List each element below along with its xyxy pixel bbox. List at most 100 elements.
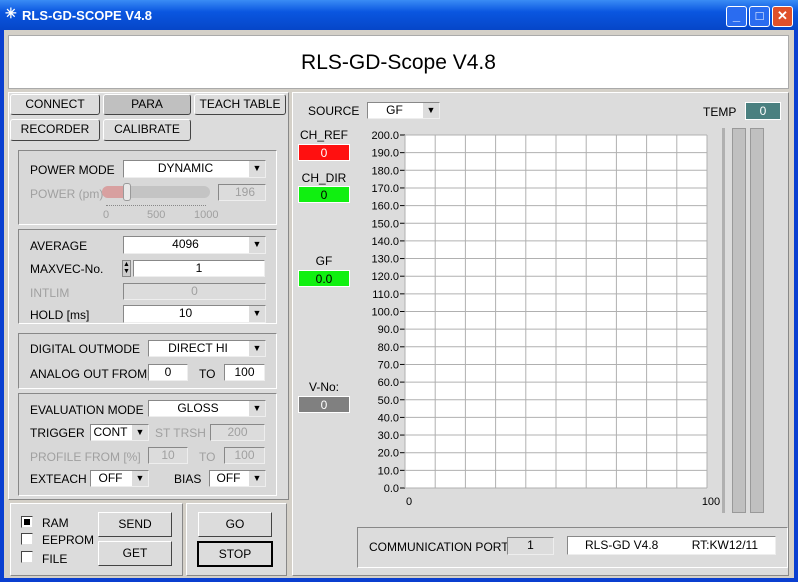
bias-dropdown[interactable]: OFF ▼ <box>209 470 266 487</box>
y-tick-label: 60.0 <box>378 377 399 389</box>
digital-outmode-dropdown[interactable]: DIRECT HI ▼ <box>148 340 266 357</box>
evaluation-mode-value: GLOSS <box>177 401 219 415</box>
evaluation-mode-dropdown[interactable]: GLOSS ▼ <box>148 400 266 417</box>
maxvec-input[interactable]: 1 <box>133 260 265 277</box>
st-trsh-label: ST TRSH <box>155 426 206 440</box>
y-tick-label: 50.0 <box>378 395 399 407</box>
chevron-down-icon: ▼ <box>248 401 265 416</box>
power-label: POWER (pm) <box>30 187 104 201</box>
tab-connect[interactable]: CONNECT <box>10 94 100 115</box>
source-dropdown[interactable]: GF ▼ <box>367 102 440 119</box>
x-tick-label: 0 <box>406 496 412 508</box>
profile-from-input: 10 <box>148 447 188 464</box>
digital-outmode-label: DIGITAL OUTMODE <box>30 342 141 356</box>
source-value: GF <box>386 103 403 117</box>
x-tick-label: 100 <box>702 496 720 508</box>
chref-label: CH_REF <box>299 128 348 142</box>
file-label: FILE <box>42 552 68 566</box>
intlim-input: 0 <box>123 283 266 300</box>
close-icon[interactable]: ✕ <box>772 6 793 27</box>
power-mode-dropdown[interactable]: DYNAMIC ▼ <box>123 160 266 178</box>
chevron-down-icon: ▼ <box>248 341 265 356</box>
page-title: RLS-GD-Scope V4.8 <box>301 51 496 74</box>
file-checkbox[interactable] <box>21 551 33 563</box>
y-tick-label: 140.0 <box>371 236 399 248</box>
bias-value: OFF <box>216 471 241 485</box>
level-bar-2 <box>750 128 764 513</box>
power-mode-value: DYNAMIC <box>157 161 214 175</box>
chevron-down-icon: ▼ <box>131 471 148 486</box>
window-title: RLS-GD-SCOPE V4.8 <box>22 8 153 23</box>
analog-out-label: ANALOG OUT FROM <box>30 367 148 381</box>
trigger-dropdown[interactable]: CONT ▼ <box>90 424 149 441</box>
eeprom-checkbox[interactable] <box>21 533 33 545</box>
y-tick-label: 30.0 <box>378 430 399 442</box>
maxvec-spinner[interactable]: ▲ ▼ <box>122 260 131 277</box>
gf-label: GF <box>315 254 333 268</box>
chevron-down-icon: ▼ <box>248 306 265 322</box>
y-tick-label: 170.0 <box>371 183 399 195</box>
power-slider[interactable] <box>102 183 210 201</box>
digital-outmode-value: DIRECT HI <box>168 341 228 355</box>
y-tick-label: 90.0 <box>378 324 399 336</box>
ram-checkbox[interactable] <box>21 516 33 528</box>
average-value: 4096 <box>172 237 199 251</box>
get-button[interactable]: GET <box>98 541 172 566</box>
analog-to-input[interactable]: 100 <box>224 364 265 381</box>
gf-indicator: 0.0 <box>298 270 350 287</box>
ram-label: RAM <box>42 516 69 530</box>
slider-handle[interactable] <box>123 183 131 201</box>
tab-recorder[interactable]: RECORDER <box>10 119 100 141</box>
build-info: RT:KW12/11 <box>691 538 758 552</box>
chevron-down-icon: ▼ <box>248 237 265 253</box>
scale-label: 0 <box>103 209 110 221</box>
y-tick-label: 100.0 <box>371 307 399 319</box>
go-button[interactable]: GO <box>198 512 272 537</box>
temp-indicator: 0 <box>745 102 781 120</box>
hold-value: 10 <box>178 306 193 320</box>
y-tick-label: 20.0 <box>378 448 399 460</box>
sparkle-icon: ✳ <box>5 5 17 21</box>
y-tick-label: 10.0 <box>378 465 399 477</box>
to-label: TO <box>199 450 216 464</box>
y-tick-label: 190.0 <box>371 148 399 160</box>
y-tick-label: 200.0 <box>371 130 399 142</box>
trigger-value: CONT <box>93 425 128 439</box>
title-bar: ✳ RLS-GD-SCOPE V4.8 _ □ ✕ <box>0 0 798 30</box>
stop-button[interactable]: STOP <box>197 541 273 567</box>
eeprom-label: EEPROM <box>42 533 95 547</box>
y-tick-label: 130.0 <box>371 254 399 266</box>
tab-para[interactable]: PARA <box>103 94 191 115</box>
level-bar-1 <box>732 128 746 513</box>
chdir-indicator: 0 <box>298 186 350 203</box>
exteach-label: EXTEACH <box>30 472 87 486</box>
exteach-value: OFF <box>98 471 123 485</box>
minimize-icon[interactable]: _ <box>726 6 747 27</box>
intlim-label: INTLIM <box>30 286 70 300</box>
maximize-icon[interactable]: □ <box>749 6 770 27</box>
y-tick-label: 150.0 <box>371 218 399 230</box>
chevron-down-icon: ▼ <box>248 161 265 177</box>
y-tick-label: 40.0 <box>378 412 399 424</box>
y-tick-label: 180.0 <box>371 165 399 177</box>
exteach-dropdown[interactable]: OFF ▼ <box>90 470 149 487</box>
vno-label: V-No: <box>308 380 339 394</box>
scale-label: 500 <box>147 209 166 221</box>
y-tick-label: 110.0 <box>372 289 399 301</box>
version-box: RLS-GD V4.8 RT:KW12/11 <box>567 536 776 555</box>
power-value: 196 <box>218 184 266 201</box>
y-tick-label: 80.0 <box>378 342 399 354</box>
average-dropdown[interactable]: 4096 ▼ <box>123 236 266 254</box>
send-button[interactable]: SEND <box>98 512 172 537</box>
hold-dropdown[interactable]: 10 ▼ <box>123 305 266 323</box>
analog-from-input[interactable]: 0 <box>148 364 188 381</box>
tab-calibrate[interactable]: CALIBRATE <box>103 119 191 141</box>
st-trsh-input: 200 <box>210 424 265 441</box>
chref-indicator: 0 <box>298 144 350 161</box>
firmware-version: RLS-GD V4.8 <box>585 538 659 552</box>
chevron-down-icon: ▼ <box>131 425 148 440</box>
chevron-down-icon: ▼ <box>248 471 265 486</box>
scale-label: 1000 <box>194 209 219 221</box>
tab-teach-table[interactable]: TEACH TABLE <box>194 94 286 115</box>
y-tick-label: 120.0 <box>371 271 399 283</box>
